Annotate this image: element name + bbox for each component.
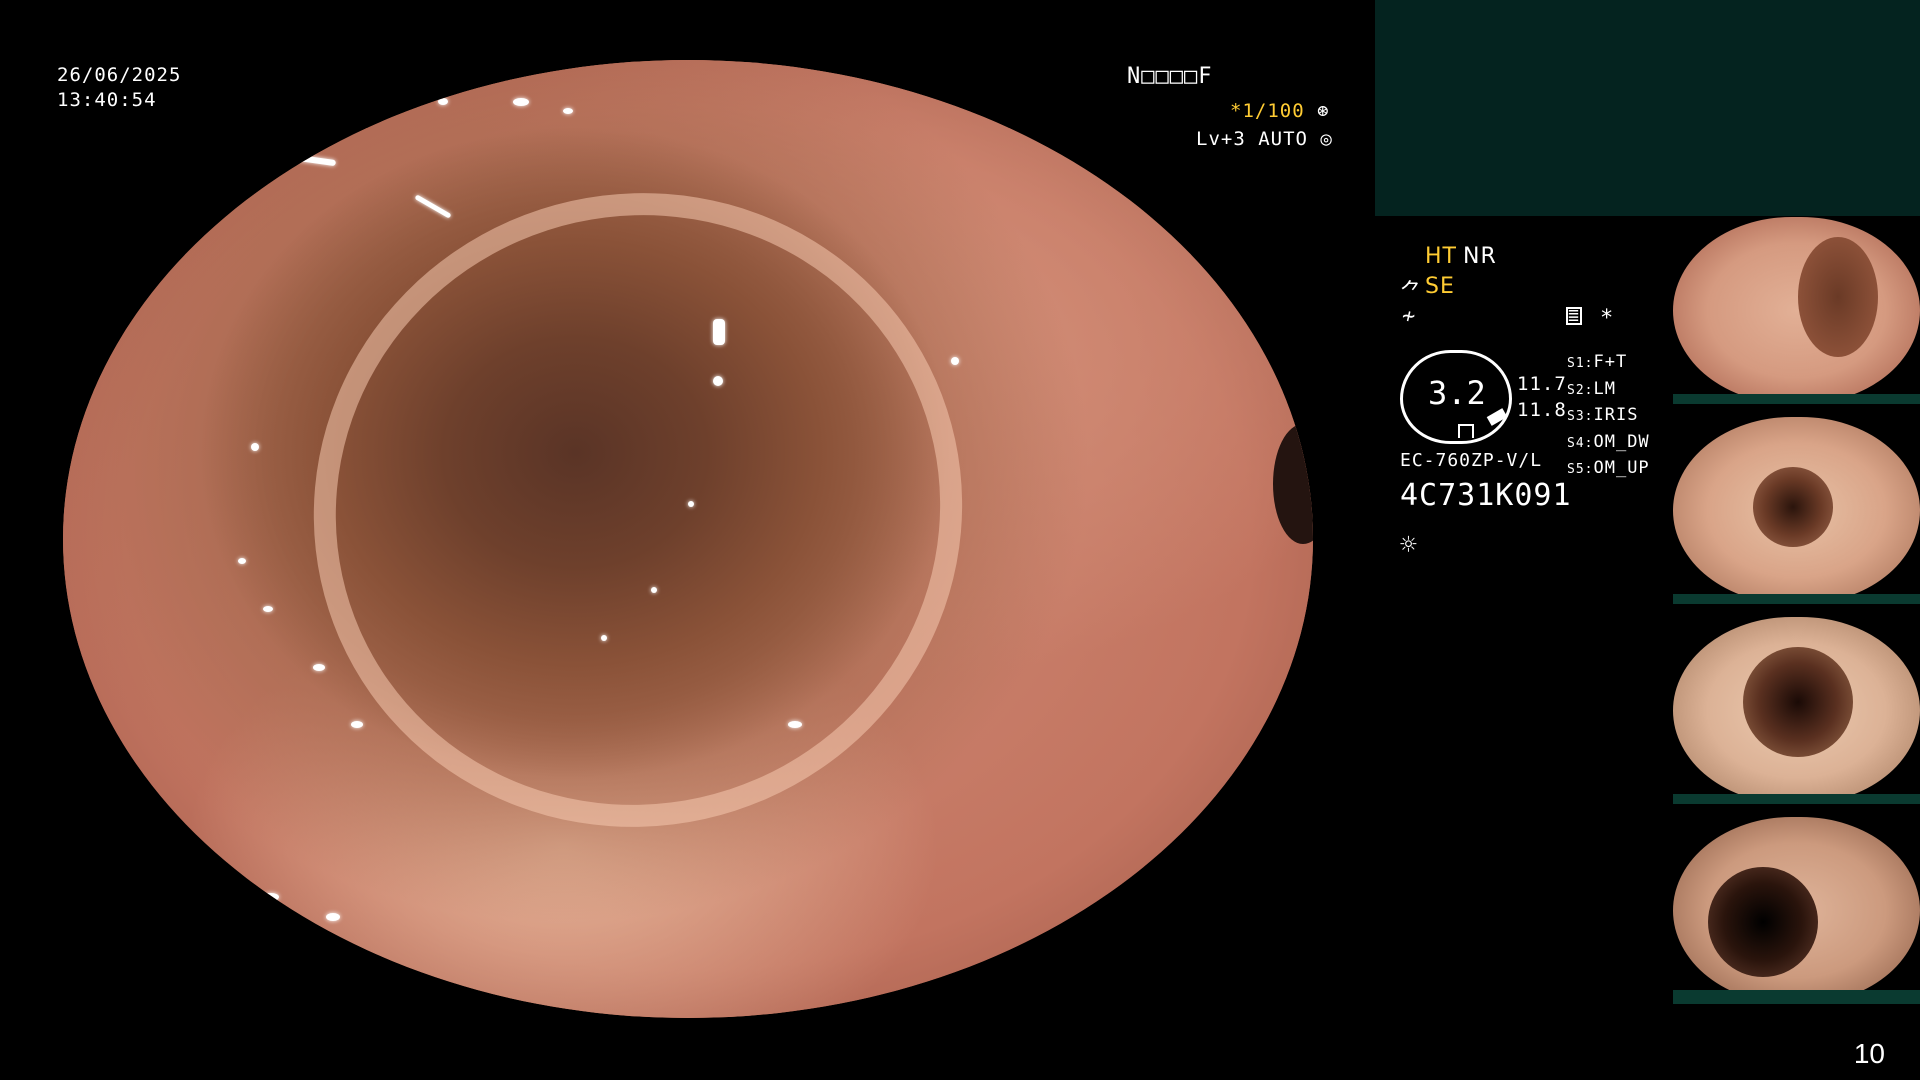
se-label: SE — [1425, 274, 1455, 299]
specular-highlight — [600, 634, 607, 641]
specular-highlight — [713, 318, 725, 345]
shutter-value: *1/100 — [1230, 100, 1305, 122]
auto-iris-icon: ◎ — [1320, 128, 1333, 150]
level-readout: Lv+3 AUTO ◎ — [1196, 128, 1333, 150]
shutter-icon: ⊛ — [1317, 100, 1330, 122]
specular-highlight — [350, 721, 363, 729]
specular-highlight — [650, 586, 657, 593]
info-panel-background — [1375, 0, 1920, 216]
thumbnail-lumen — [1798, 237, 1878, 357]
endoscopy-view — [63, 60, 1313, 1018]
thumbnail-3[interactable] — [1673, 617, 1920, 804]
patient-name: N□□□□F — [1127, 64, 1213, 89]
asterisk-label: * — [1600, 306, 1615, 331]
thumbnail-lumen — [1753, 467, 1833, 547]
gauge-reading-1: 11.7 — [1517, 373, 1567, 395]
page-number: 10 — [1853, 1038, 1885, 1069]
thumbnail-lumen — [1708, 867, 1818, 977]
switch-item-1: S1:F+T — [1567, 352, 1628, 372]
light-icon: ☼ — [1400, 528, 1418, 561]
specular-highlight — [388, 88, 402, 97]
thumbnail-4[interactable] — [1673, 817, 1920, 1004]
scope-serial: 4C731K091 — [1400, 478, 1572, 513]
switch-item-2: S2:LM — [1567, 378, 1616, 399]
thumbnail-bar — [1673, 394, 1920, 404]
shutter-readout: *1/100 ⊛ — [1230, 100, 1330, 122]
nr-label: NR — [1463, 244, 1497, 269]
thumbnail-2[interactable] — [1673, 417, 1920, 604]
freeze-icon: ≁ — [1402, 304, 1417, 329]
specular-highlight — [263, 606, 273, 613]
structure-icon: ⺈ — [1400, 280, 1424, 305]
gauge-marker-icon — [1458, 424, 1474, 438]
level-value: Lv+3 AUTO — [1196, 128, 1308, 150]
specular-highlight — [788, 721, 802, 729]
specular-highlight — [313, 663, 325, 671]
thumbnail-bar — [1673, 594, 1920, 604]
thumbnail-1[interactable] — [1673, 217, 1920, 404]
gauge-reading-2: 11.8 — [1517, 399, 1567, 421]
switch-list: S1:F+T S2:LM S3:IRIS S4:OM_DW S5:OM_UP — [1567, 350, 1650, 483]
switch-item-3: S3:IRIS — [1567, 405, 1639, 425]
date-label: 26/06/2025 — [57, 64, 182, 86]
specular-highlight — [563, 107, 573, 114]
specular-highlight — [325, 912, 340, 921]
thumbnail-lumen — [1743, 647, 1853, 757]
specular-highlight — [950, 356, 959, 365]
record-icon: ≣ — [1566, 307, 1582, 325]
scope-model: EC-760ZP-V/L — [1400, 450, 1543, 471]
thumbnail-bar — [1673, 794, 1920, 804]
specular-highlight — [688, 500, 694, 507]
switch-item-5: S5:OM_UP — [1567, 458, 1650, 478]
time-label: 13:40:54 — [57, 89, 157, 111]
specular-highlight — [250, 443, 259, 452]
thumbnail-image — [1673, 217, 1920, 404]
ht-label: HT — [1425, 244, 1457, 269]
gauge-value: 3.2 — [1428, 374, 1486, 412]
switch-item-4: S4:OM_DW — [1567, 431, 1650, 452]
thumbnail-bar — [1673, 990, 1920, 1004]
